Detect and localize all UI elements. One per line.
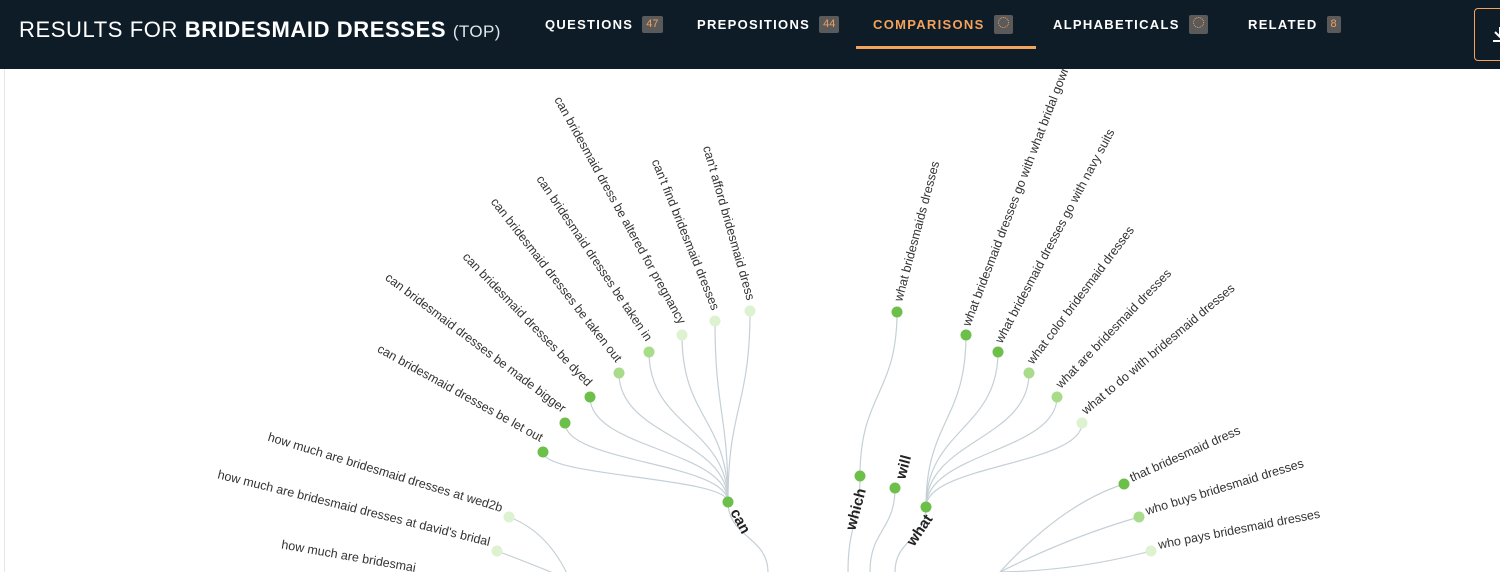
suggestion-node[interactable] — [992, 346, 1004, 358]
title-keyword: BRIDESMAID DRESSES — [184, 17, 447, 42]
suggestion-node[interactable] — [1133, 511, 1145, 523]
loading-spinner-icon — [997, 17, 1009, 28]
suggestion-node[interactable] — [559, 417, 571, 429]
link-how — [496, 550, 565, 577]
count-badge: 8 — [1326, 16, 1341, 33]
results-title: RESULTS FOR BRIDESMAID DRESSES (TOP) — [19, 17, 501, 43]
hub-label-can[interactable]: can — [726, 506, 753, 537]
suggestion-node[interactable] — [503, 511, 515, 523]
suggestion-node[interactable] — [960, 329, 972, 341]
link-can — [648, 351, 729, 503]
suggestion-node[interactable] — [537, 446, 549, 458]
suggestion-label-what[interactable]: what bridesmaid dresses go with what bri… — [959, 63, 1072, 329]
title-mode: (TOP) — [452, 22, 501, 41]
suggestion-label-who[interactable]: who pays bridesmaid dresses — [1156, 507, 1321, 552]
loading-badge — [1188, 15, 1208, 34]
tab-alphabeticals[interactable]: ALPHABETICALS — [1053, 0, 1208, 49]
suggestion-label-who[interactable]: that bridesmaid dress — [1128, 423, 1243, 484]
suggestion-node[interactable] — [1076, 417, 1088, 429]
suggestion-node[interactable] — [744, 305, 756, 317]
tab-label: ALPHABETICALS — [1053, 17, 1180, 32]
suggestion-node[interactable] — [1145, 545, 1157, 557]
suggestion-node[interactable] — [1023, 367, 1035, 379]
suggestion-label-can[interactable]: can bridesmaid dresses be let out — [375, 342, 546, 445]
tab-label: COMPARISONS — [873, 17, 985, 32]
link-root — [869, 487, 896, 573]
hub-label-what[interactable]: what — [903, 511, 937, 550]
suggestion-node[interactable] — [584, 391, 596, 403]
header-bar: RESULTS FOR BRIDESMAID DRESSES (TOP) QUE… — [0, 0, 1500, 69]
suggestion-node[interactable] — [1118, 478, 1130, 490]
hub-label-will[interactable]: will — [892, 453, 915, 482]
suggestion-label-what[interactable]: what bridesmaid dresses go with navy sui… — [992, 127, 1118, 347]
link-can — [727, 310, 751, 503]
wheel-labels: can't afford bridesmaid dresscan't find … — [216, 63, 1321, 575]
suggestion-label-how[interactable]: how much are bridesmai — [280, 538, 417, 575]
loading-spinner-icon — [1192, 17, 1204, 28]
hub-node-will[interactable] — [889, 482, 901, 494]
link-can — [564, 422, 729, 503]
link-which — [859, 311, 898, 477]
tab-questions[interactable]: QUESTIONS 47 — [545, 0, 663, 49]
link-what — [925, 396, 1058, 508]
hub-node-what[interactable] — [920, 501, 932, 513]
visualization-area: can't afford bridesmaid dress can't find … — [0, 63, 1500, 577]
tab-prepositions[interactable]: PREPOSITIONS 44 — [697, 0, 840, 49]
loading-badge — [993, 15, 1013, 34]
keyword-wheel: can't afford bridesmaid dresscan't find … — [216, 63, 1321, 577]
tab-label: RELATED — [1248, 17, 1318, 32]
wheel-nodes — [491, 305, 1157, 557]
suggestion-node[interactable] — [643, 346, 655, 358]
hub-label-which[interactable]: which — [842, 487, 870, 533]
active-tab-indicator — [856, 46, 1036, 49]
suggestion-label-which[interactable]: what bridesmaids dresses — [891, 160, 942, 304]
suggestion-label-what[interactable]: what are bridesmaid dresses — [1052, 266, 1174, 391]
title-prefix: RESULTS FOR — [19, 17, 178, 42]
suggestion-node[interactable] — [491, 545, 503, 557]
download-icon — [1493, 27, 1500, 42]
suggestion-node[interactable] — [891, 306, 903, 318]
tab-related[interactable]: RELATED 8 — [1248, 0, 1341, 49]
suggestion-node[interactable] — [1051, 391, 1063, 403]
suggestion-label-how[interactable]: how much are bridesmaid dresses at david… — [216, 468, 491, 549]
count-badge: 47 — [642, 16, 663, 33]
link-how — [508, 516, 570, 577]
download-button[interactable] — [1474, 8, 1500, 61]
suggestion-label-can[interactable]: can bridesmaid dresses be dyed — [460, 250, 595, 389]
suggestion-node[interactable] — [709, 315, 721, 327]
suggestion-node[interactable] — [676, 329, 688, 341]
tab-comparisons[interactable]: COMPARISONS — [873, 0, 1013, 49]
hub-node-which[interactable] — [854, 470, 866, 482]
tab-label: PREPOSITIONS — [697, 17, 811, 32]
link-what — [925, 422, 1083, 508]
hub-node-can[interactable] — [722, 496, 734, 508]
link-who — [999, 516, 1140, 573]
link-can — [589, 396, 729, 503]
suggestion-node[interactable] — [613, 367, 625, 379]
tab-label: QUESTIONS — [545, 17, 634, 32]
suggestion-label-what[interactable]: what color bridesmaid dresses — [1024, 224, 1137, 368]
count-badge: 44 — [819, 16, 840, 33]
